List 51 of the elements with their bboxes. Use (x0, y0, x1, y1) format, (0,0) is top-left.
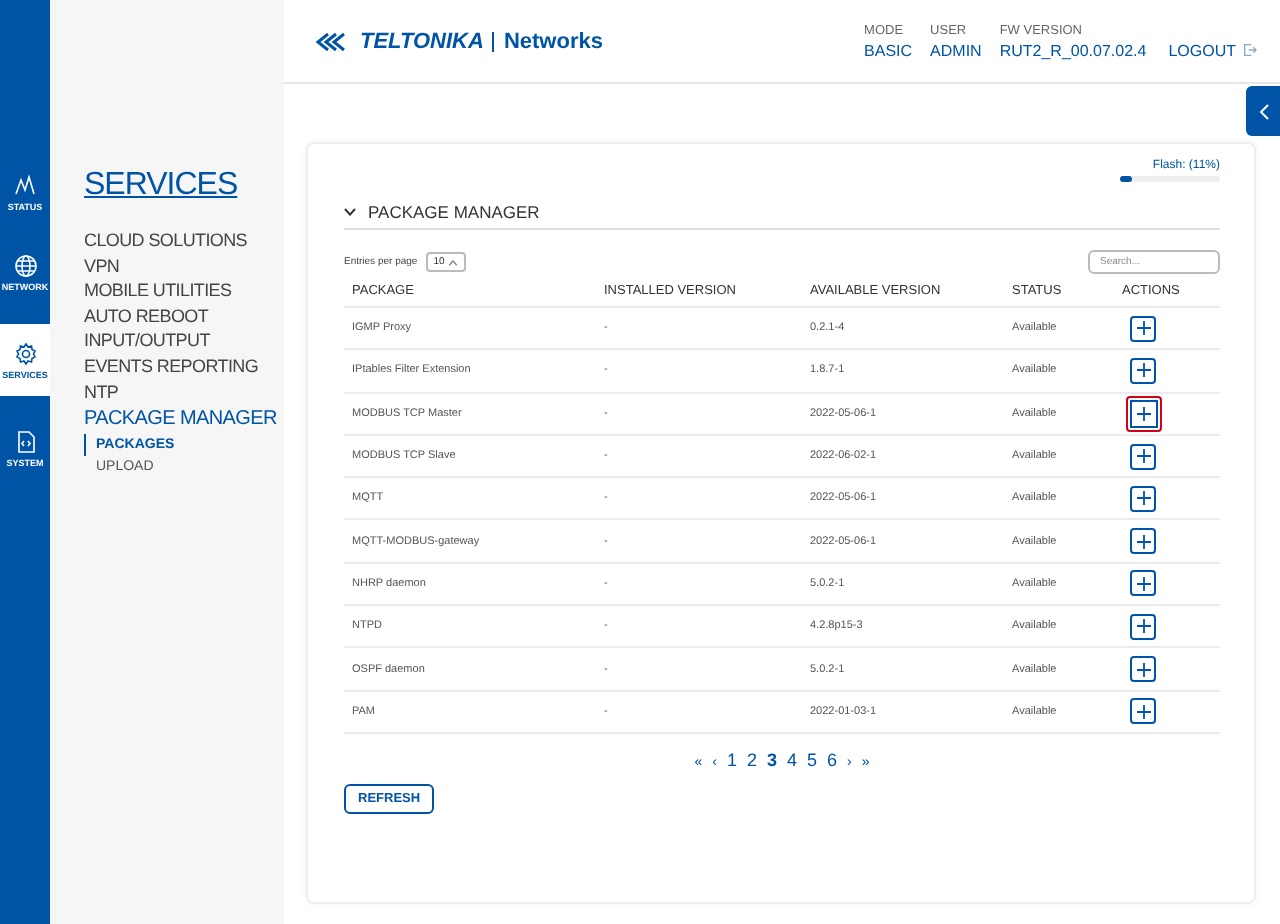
plus-icon (1135, 575, 1151, 592)
page-link[interactable]: 3 (764, 749, 779, 770)
header-info-value: RUT2_R_00.07.02.4 (999, 41, 1147, 59)
logout-link[interactable]: LOGOUT (1168, 41, 1258, 59)
submenu-title: SERVICES (84, 168, 240, 204)
page-link[interactable]: 5 (805, 749, 820, 770)
plus-icon (1135, 490, 1151, 507)
install-button[interactable] (1130, 528, 1156, 555)
caret-icon (448, 259, 459, 265)
plus-icon (1135, 448, 1151, 465)
header-info-value: ADMIN (930, 41, 982, 59)
plus-icon (1135, 320, 1151, 337)
settings-icon (13, 341, 37, 365)
submenu-item[interactable]: PACKAGE MANAGER (84, 404, 277, 435)
chevron-left-icon (1257, 103, 1269, 119)
plus-icon (1135, 661, 1151, 678)
submenu-item[interactable]: MOBILE UTILITIES (84, 278, 232, 304)
submenu-item[interactable]: NTP (84, 379, 119, 405)
activity-icon (13, 173, 37, 197)
section-header[interactable]: PACKAGE MANAGER (344, 202, 1220, 230)
install-button[interactable] (1130, 656, 1156, 683)
collapse-panel-button[interactable] (1246, 86, 1280, 136)
file-code-icon (13, 429, 37, 453)
install-button[interactable] (1130, 613, 1156, 640)
plus-icon (1135, 405, 1151, 422)
install-button[interactable] (1130, 443, 1156, 470)
install-button[interactable] (1130, 698, 1156, 725)
submenu-item[interactable]: AUTO REBOOT (84, 303, 209, 329)
page-link[interactable]: 4 (785, 749, 800, 770)
submenu-item[interactable]: CLOUD SOLUTIONS (84, 228, 248, 254)
plus-icon (1135, 362, 1151, 379)
plus-icon (1135, 703, 1151, 720)
header-info-value: BASIC (864, 41, 913, 59)
page-link[interactable]: 1 (724, 749, 739, 770)
install-button[interactable] (1130, 357, 1156, 384)
page-link[interactable]: 6 (825, 749, 840, 770)
install-button[interactable] (1130, 570, 1156, 597)
logo-text: TELTONIKA (360, 29, 484, 53)
globe-icon (13, 253, 37, 277)
chevron-icon (344, 208, 356, 216)
submenu-item[interactable]: INPUT/OUTPUT (84, 328, 210, 354)
submenu-item[interactable]: VPN (84, 253, 120, 279)
plus-icon (1135, 533, 1151, 550)
install-button[interactable] (1130, 315, 1156, 342)
install-button[interactable] (1130, 485, 1156, 512)
page-link[interactable]: 2 (744, 749, 759, 770)
install-button[interactable] (1125, 395, 1161, 432)
logout-icon (1242, 42, 1258, 58)
logo-subtitle: Networks (491, 31, 603, 51)
submenu-item[interactable]: EVENTS REPORTING (84, 353, 259, 380)
plus-icon (1135, 618, 1151, 635)
